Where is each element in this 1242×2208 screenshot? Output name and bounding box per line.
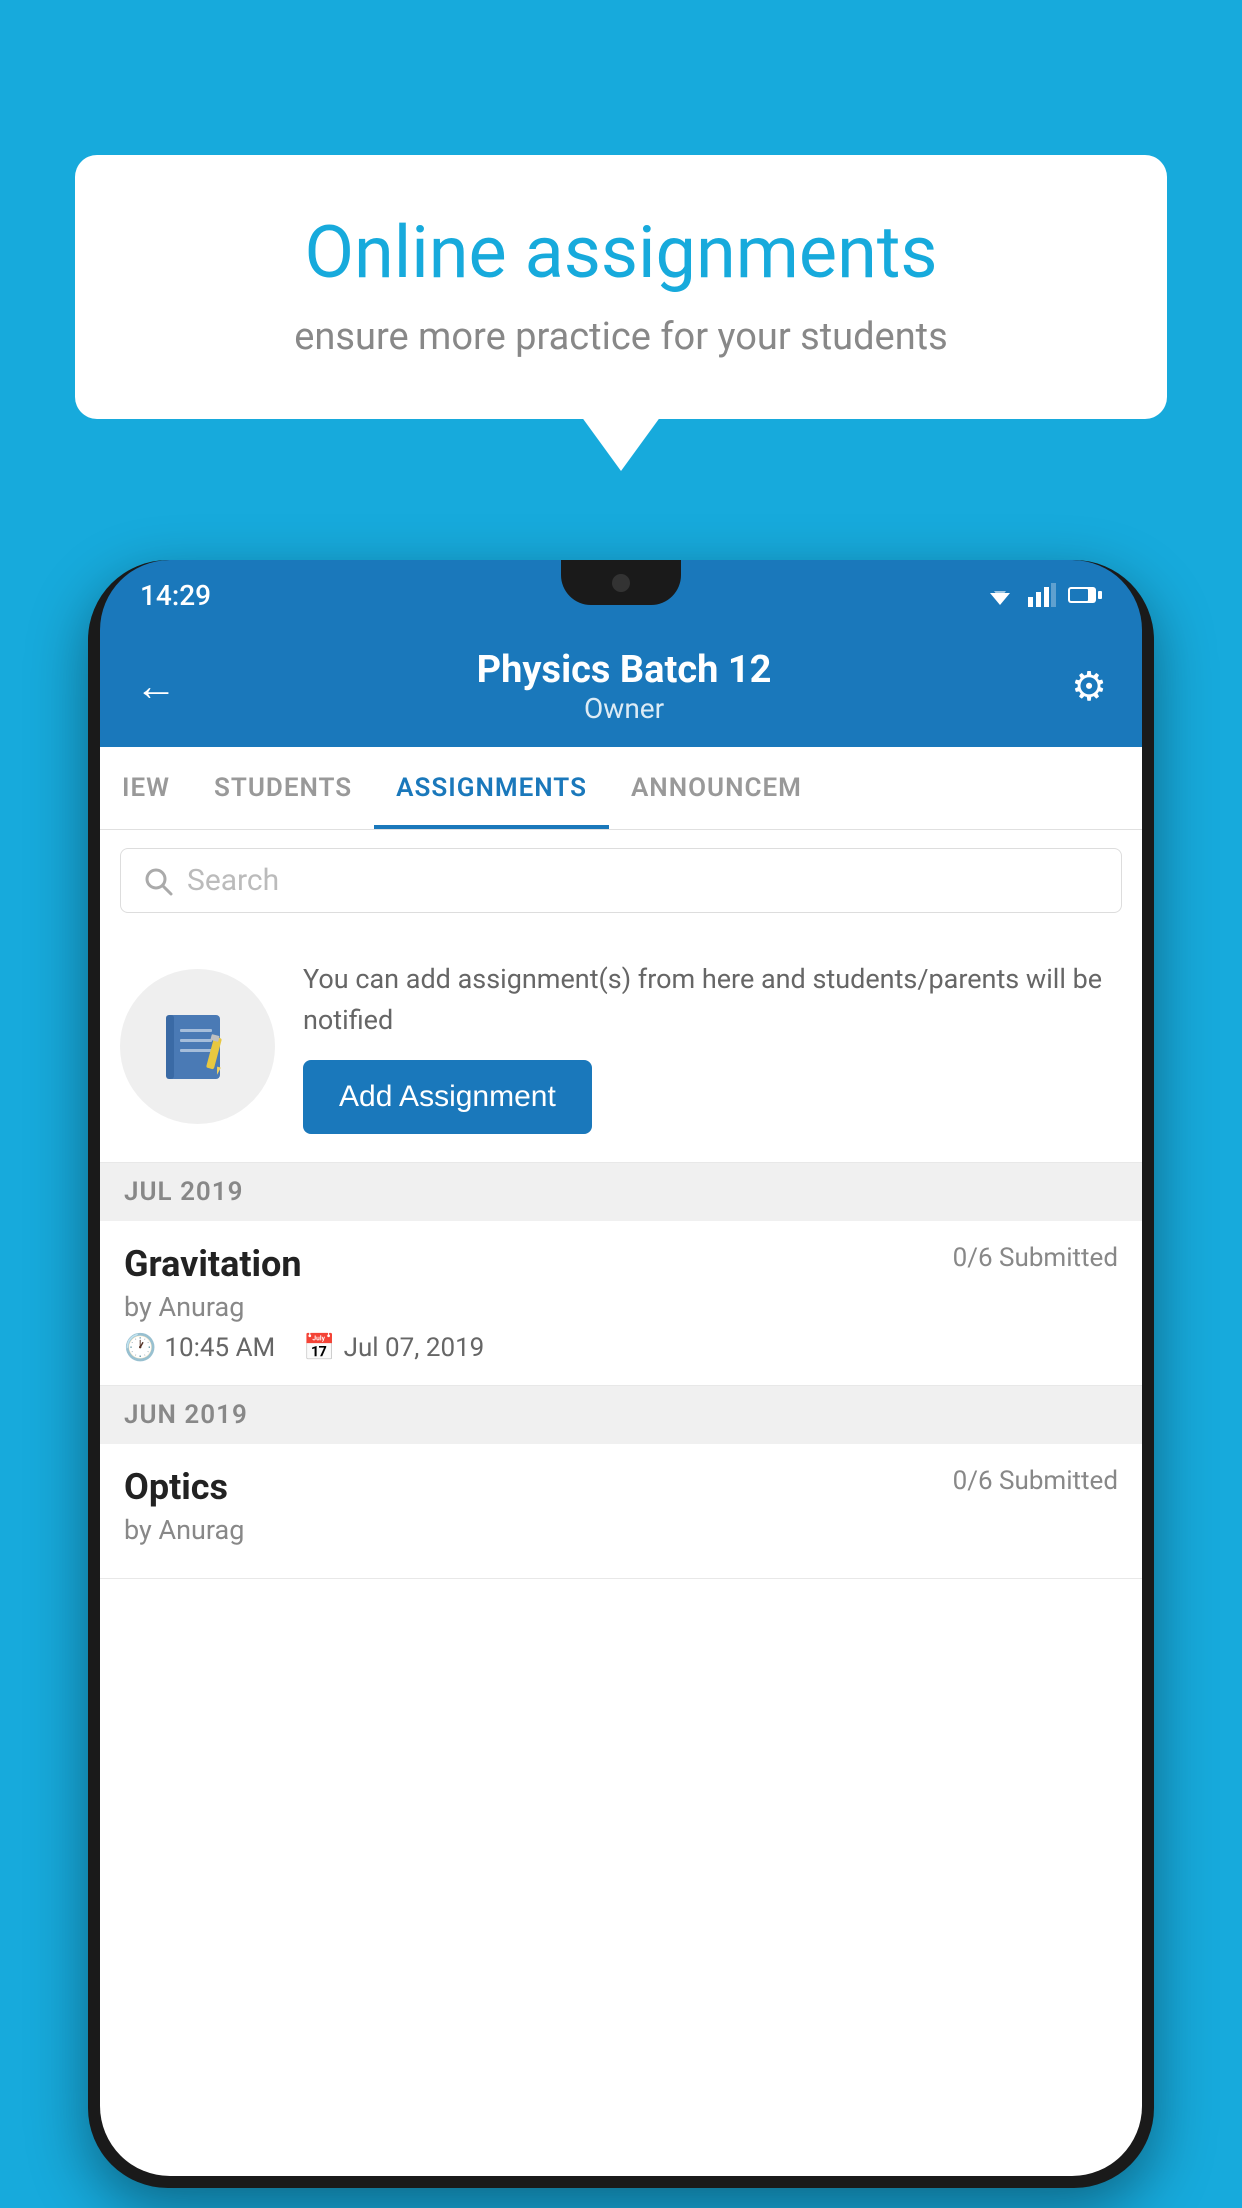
assignment-item-header: Gravitation 0/6 Submitted — [124, 1243, 1118, 1285]
bubble-subtitle: ensure more practice for your students — [135, 315, 1107, 359]
camera — [612, 574, 630, 592]
promo-icon-circle — [120, 969, 275, 1124]
search-bar-wrap: Search — [100, 830, 1142, 931]
add-assignment-button[interactable]: Add Assignment — [303, 1060, 592, 1134]
assignment-time-gravitation: 🕐 10:45 AM — [124, 1333, 275, 1363]
speech-bubble: Online assignments ensure more practice … — [75, 155, 1167, 419]
phone-wrapper: 14:29 — [88, 560, 1154, 2188]
assignment-meta-gravitation: 🕐 10:45 AM 📅 Jul 07, 2019 — [124, 1333, 1118, 1363]
tab-assignments[interactable]: ASSIGNMENTS — [374, 747, 609, 829]
assignment-by-optics: by Anurag — [124, 1514, 1118, 1546]
tabs-bar: IEW STUDENTS ASSIGNMENTS ANNOUNCEM — [100, 747, 1142, 830]
bubble-title: Online assignments — [135, 210, 1107, 295]
signal-icon — [1028, 583, 1056, 607]
tab-announcements[interactable]: ANNOUNCEM — [609, 747, 824, 829]
header-title: Physics Batch 12 — [177, 648, 1071, 692]
speech-bubble-container: Online assignments ensure more practice … — [75, 155, 1167, 419]
promo-content: You can add assignment(s) from here and … — [303, 959, 1114, 1134]
assignment-name-gravitation: Gravitation — [124, 1243, 302, 1285]
notebook-icon — [158, 1007, 238, 1087]
assignment-item-optics[interactable]: Optics 0/6 Submitted by Anurag — [100, 1444, 1142, 1579]
phone-inner: 14:29 — [100, 560, 1142, 2176]
assignment-name-optics: Optics — [124, 1466, 228, 1508]
promo-text: You can add assignment(s) from here and … — [303, 959, 1114, 1040]
assignment-item-gravitation[interactable]: Gravitation 0/6 Submitted by Anurag 🕐 10… — [100, 1221, 1142, 1386]
search-placeholder: Search — [187, 863, 279, 898]
wifi-icon — [984, 583, 1016, 607]
assignment-submitted-gravitation: 0/6 Submitted — [953, 1243, 1118, 1273]
month-header-jun: JUN 2019 — [100, 1386, 1142, 1444]
status-bar: 14:29 — [100, 560, 1142, 630]
assignment-promo: You can add assignment(s) from here and … — [100, 931, 1142, 1163]
back-button[interactable]: ← — [135, 662, 177, 711]
assignment-by-gravitation: by Anurag — [124, 1291, 1118, 1323]
assignment-submitted-optics: 0/6 Submitted — [953, 1466, 1118, 1496]
header-subtitle: Owner — [177, 692, 1071, 725]
search-icon — [143, 866, 173, 896]
calendar-icon: 📅 — [303, 1333, 335, 1363]
time-value-gravitation: 10:45 AM — [164, 1333, 275, 1363]
status-icons — [984, 583, 1102, 607]
month-header-jul: JUL 2019 — [100, 1163, 1142, 1221]
clock-icon: 🕐 — [124, 1333, 156, 1363]
gear-button[interactable]: ⚙ — [1071, 663, 1107, 710]
date-value-gravitation: Jul 07, 2019 — [344, 1333, 485, 1363]
app-header: ← Physics Batch 12 Owner ⚙ — [100, 630, 1142, 747]
search-bar[interactable]: Search — [120, 848, 1122, 913]
phone-notch — [561, 560, 681, 605]
assignment-item-header-optics: Optics 0/6 Submitted — [124, 1466, 1118, 1508]
battery-icon — [1068, 585, 1102, 605]
phone-frame: 14:29 — [88, 560, 1154, 2188]
screen-content: Search — [100, 830, 1142, 2176]
header-title-block: Physics Batch 12 Owner — [177, 648, 1071, 725]
assignment-date-gravitation: 📅 Jul 07, 2019 — [303, 1333, 484, 1363]
tab-students[interactable]: STUDENTS — [192, 747, 374, 829]
tab-iew[interactable]: IEW — [100, 747, 192, 829]
status-time: 14:29 — [140, 579, 211, 612]
bubble-arrow — [581, 416, 661, 471]
